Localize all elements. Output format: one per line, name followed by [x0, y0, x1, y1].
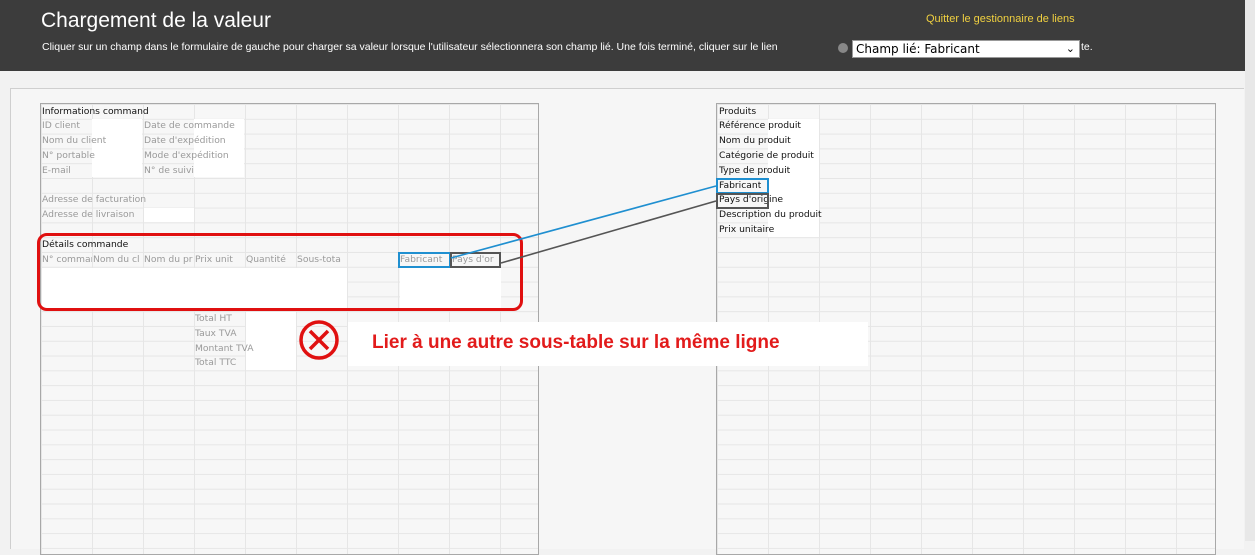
- link-line-blue: [450, 185, 717, 259]
- callout-message: Lier à une autre sous-table sur la même …: [372, 332, 780, 353]
- error-x-icon: [299, 320, 339, 360]
- link-lines: [450, 185, 717, 264]
- link-line-dark: [500, 200, 717, 264]
